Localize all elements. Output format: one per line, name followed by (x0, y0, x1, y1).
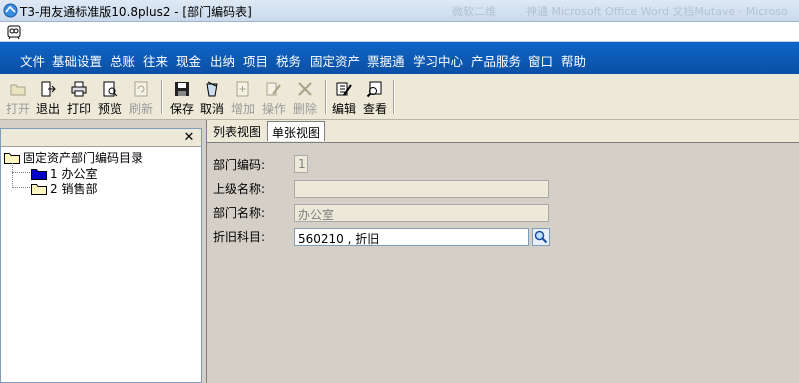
view-label: 查看 (362, 102, 387, 116)
lookup-button[interactable] (532, 228, 550, 246)
menu-project[interactable]: 项目 (243, 51, 268, 70)
toolbar-separator (161, 80, 163, 114)
tree-item-sales[interactable]: 2 销售部 (31, 180, 97, 197)
parent-name-label: 上级名称: (213, 182, 266, 196)
refresh-icon (134, 81, 148, 97)
menu-help[interactable]: 帮助 (561, 51, 586, 70)
add-button[interactable]: 增加 (227, 78, 259, 118)
menu-bill-service[interactable]: 票据通 (367, 51, 405, 70)
printer-icon (71, 81, 87, 97)
save-button[interactable]: 保存 (166, 78, 198, 118)
toolbar-separator (393, 80, 395, 114)
folder-selected-icon (31, 169, 47, 180)
dept-code-field[interactable]: 1 (294, 155, 308, 173)
menu-ledger[interactable]: 总账 (110, 51, 135, 70)
save-disk-icon (175, 82, 189, 96)
department-tree-pane: ✕ 固定资产部门编码目录 1 办公室 2 销售部 (0, 128, 202, 383)
tab-list-view[interactable]: 列表视图 (209, 121, 265, 141)
menu-basic-settings[interactable]: 基础设置 (52, 51, 102, 70)
depreciation-account-label: 折旧科目: (213, 230, 266, 244)
system-strip (0, 22, 799, 42)
print-button[interactable]: 打印 (63, 78, 95, 118)
dept-name-label: 部门名称: (213, 206, 266, 220)
open-label: 打开 (5, 102, 30, 116)
cancel-icon (206, 81, 218, 97)
menu-cashier[interactable]: 出纳 (210, 51, 235, 70)
delete-x-icon (298, 82, 312, 96)
refresh-label: 刷新 (128, 102, 153, 116)
tree-root-label: 固定资产部门编码目录 (23, 151, 144, 165)
tree-root[interactable]: 固定资产部门编码目录 (4, 149, 143, 166)
search-icon (534, 230, 548, 244)
exit-button[interactable]: 退出 (32, 78, 64, 118)
title-bar: T3-用友通标准版10.8plus2 - [部门编码表] 微软二维 神通 Mic… (0, 0, 799, 22)
operate-pencil-icon (266, 82, 281, 96)
menu-accounts[interactable]: 往来 (143, 51, 168, 70)
department-form: 部门编码: 1 上级名称: 部门名称: 办公室 折旧科目: 560210 , 折… (207, 142, 799, 383)
tree-connector (12, 172, 30, 173)
menu-file[interactable]: 文件 (20, 51, 45, 70)
menu-tax[interactable]: 税务 (276, 51, 301, 70)
tree-item-label: 2 销售部 (50, 182, 98, 196)
background-window-text: 神通 Microsoft Office Word 文档Mutave · Micr… (526, 5, 788, 18)
dept-code-label: 部门编码: (213, 158, 266, 172)
edit-button[interactable]: 编辑 (328, 78, 360, 118)
print-preview-icon (103, 81, 118, 97)
menu-window[interactable]: 窗口 (528, 51, 553, 70)
tree-connector (12, 187, 30, 188)
tree-pane-header: ✕ (1, 129, 201, 147)
edit-label: 编辑 (331, 102, 356, 116)
cancel-button[interactable]: 取消 (196, 78, 228, 118)
close-icon[interactable]: ✕ (180, 130, 198, 145)
menu-learning[interactable]: 学习中心 (413, 51, 463, 70)
folder-open-icon (10, 84, 26, 96)
depreciation-account-field[interactable]: 560210 , 折旧 (294, 228, 529, 246)
tab-single-view[interactable]: 单张视图 (267, 121, 326, 141)
tree-connector (12, 163, 13, 188)
delete-button[interactable]: 删除 (289, 78, 321, 118)
toolbar-separator (325, 80, 327, 114)
view-magnifier-icon (366, 81, 382, 98)
folder-icon (31, 184, 47, 195)
parent-name-field[interactable] (294, 180, 549, 198)
exit-label: 退出 (35, 102, 60, 116)
edit-pencil-icon (336, 82, 352, 96)
add-label: 增加 (230, 102, 255, 116)
preview-button[interactable]: 预览 (94, 78, 126, 118)
menu-fixed-assets[interactable]: 固定资产 (310, 51, 360, 70)
menu-cash[interactable]: 现金 (176, 51, 201, 70)
tree-item-label: 1 办公室 (50, 167, 98, 181)
dept-name-field[interactable]: 办公室 (294, 204, 549, 222)
operate-button[interactable]: 操作 (258, 78, 290, 118)
print-label: 打印 (66, 102, 91, 116)
menu-products[interactable]: 产品服务 (471, 51, 521, 70)
cancel-label: 取消 (199, 102, 224, 116)
refresh-button[interactable]: 刷新 (125, 78, 157, 118)
save-label: 保存 (169, 102, 194, 116)
view-button[interactable]: 查看 (359, 78, 391, 118)
add-icon (236, 81, 249, 97)
view-tabs: 列表视图 单张视图 (207, 120, 799, 142)
preview-label: 预览 (97, 102, 122, 116)
window-title: T3-用友通标准版10.8plus2 - [部门编码表] (20, 5, 252, 19)
exit-door-icon (41, 81, 56, 97)
toolbar: 打开 退出 打印 预览 刷新 保存 取消 增加 操作 删除 编辑 查看 (0, 74, 799, 120)
background-window-text: 微软二维 (452, 5, 496, 18)
menu-bar: 文件 基础设置 总账 往来 现金 出纳 项目 税务 固定资产 票据通 学习中心 … (0, 42, 799, 74)
system-menu-icon[interactable] (6, 24, 22, 40)
operate-label: 操作 (261, 102, 286, 116)
delete-label: 删除 (292, 102, 317, 116)
app-icon (3, 3, 18, 18)
open-button[interactable]: 打开 (2, 78, 34, 118)
